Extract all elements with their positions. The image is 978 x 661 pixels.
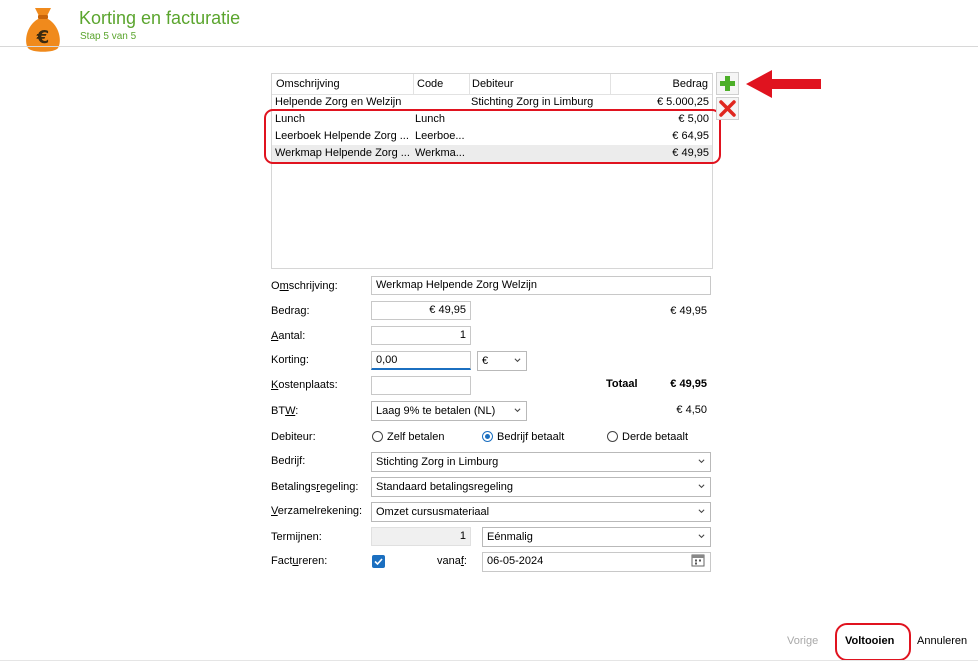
termijnen-label: Termijnen: xyxy=(271,531,322,543)
plus-icon xyxy=(720,76,735,91)
table-header: Omschrijving Code Debiteur Bedrag xyxy=(272,74,712,95)
previous-button[interactable]: Vorige xyxy=(787,635,818,647)
cell-bedrag: € 5.000,25 xyxy=(657,96,709,108)
factureren-label: Factureren: xyxy=(271,555,328,567)
add-row-button[interactable] xyxy=(716,72,739,95)
korting-input[interactable]: 0,00 xyxy=(371,351,471,370)
bedrijf-select-value: Stichting Zorg in Limburg xyxy=(376,456,499,468)
chevron-down-icon xyxy=(698,509,705,514)
korting-label: Korting: xyxy=(271,354,309,366)
column-header-code[interactable]: Code xyxy=(417,78,443,92)
bedrag-display: € 49,95 xyxy=(670,305,707,317)
finish-highlight-annotation xyxy=(835,623,911,661)
close-icon xyxy=(719,100,736,117)
debiteur-label: Debiteur: xyxy=(271,431,316,443)
korting-unit-value: € xyxy=(482,355,489,367)
betalingsregeling-label: Betalingsregeling: xyxy=(271,481,359,493)
column-header-omschrijving[interactable]: Omschrijving xyxy=(276,78,340,92)
radio-derde-betaalt[interactable] xyxy=(607,431,618,442)
highlight-annotation xyxy=(264,109,721,164)
betalingsregeling-select[interactable]: Standaard betalingsregeling xyxy=(371,477,711,497)
cell-debiteur: Stichting Zorg in Limburg xyxy=(471,96,594,108)
chevron-down-icon xyxy=(514,358,521,363)
frequentie-select[interactable]: Eénmalig xyxy=(482,527,711,547)
cell-omschrijving: Helpende Zorg en Welzijn xyxy=(275,96,402,108)
totaal-label: Totaal xyxy=(606,378,638,390)
factureren-checkbox[interactable] xyxy=(372,555,385,568)
radio-derde-betaalt-label[interactable]: Derde betaalt xyxy=(622,431,688,443)
verzamelrekening-label: Verzamelrekening: xyxy=(271,505,363,517)
totaal-value: € 49,95 xyxy=(670,378,707,390)
radio-bedrijf-betaalt-label[interactable]: Bedrijf betaalt xyxy=(497,431,564,443)
termijnen-input: 1 xyxy=(371,527,471,546)
radio-zelf-betalen[interactable] xyxy=(372,431,383,442)
kostenplaats-label: Kostenplaats: xyxy=(271,379,338,391)
svg-text:€: € xyxy=(36,27,50,48)
vanaf-label: vanaf: xyxy=(437,555,467,567)
verzamelrekening-select-value: Omzet cursusmateriaal xyxy=(376,506,490,518)
items-table[interactable]: Omschrijving Code Debiteur Bedrag Helpen… xyxy=(271,73,713,269)
chevron-down-icon xyxy=(698,484,705,489)
bedrijf-label: Bedrijf: xyxy=(271,455,306,467)
column-divider xyxy=(413,74,414,94)
aantal-label: Aantal: xyxy=(271,330,306,342)
column-header-debiteur[interactable]: Debiteur xyxy=(472,78,514,92)
checkmark-icon xyxy=(374,558,383,566)
vanaf-date-input[interactable]: 06-05-2024 xyxy=(482,552,711,572)
btw-label: BTW: xyxy=(271,405,299,417)
arrow-annotation xyxy=(746,70,822,98)
btw-select-value: Laag 9% te betalen (NL) xyxy=(376,405,496,417)
chevron-down-icon xyxy=(514,408,521,413)
btw-select[interactable]: Laag 9% te betalen (NL) xyxy=(371,401,527,421)
verzamelrekening-select[interactable]: Omzet cursusmateriaal xyxy=(371,502,711,522)
bedrag-input[interactable]: € 49,95 xyxy=(371,301,471,320)
betalingsregeling-select-value: Standaard betalingsregeling xyxy=(376,481,513,493)
cancel-button[interactable]: Annuleren xyxy=(917,635,967,647)
bedrag-label: Bedrag: xyxy=(271,305,310,317)
delete-row-button[interactable] xyxy=(716,97,739,120)
aantal-input[interactable]: 1 xyxy=(371,326,471,345)
vanaf-date-value: 06-05-2024 xyxy=(487,555,544,567)
step-indicator: Stap 5 van 5 xyxy=(80,31,137,42)
page-title: Korting en facturatie xyxy=(79,8,241,28)
chevron-down-icon xyxy=(698,534,705,539)
chevron-down-icon xyxy=(698,459,705,464)
korting-unit-select[interactable]: € xyxy=(477,351,527,371)
column-divider xyxy=(610,74,611,94)
frequentie-select-value: Eénmalig xyxy=(487,531,533,543)
column-header-bedrag[interactable]: Bedrag xyxy=(612,78,708,92)
radio-zelf-betalen-label[interactable]: Zelf betalen xyxy=(387,431,444,443)
column-divider xyxy=(469,74,470,94)
calendar-icon[interactable] xyxy=(691,553,705,567)
btw-amount: € 4,50 xyxy=(676,404,707,416)
header-divider xyxy=(0,46,978,47)
omschrijving-input[interactable]: Werkmap Helpende Zorg Welzijn xyxy=(371,276,711,295)
bedrijf-select[interactable]: Stichting Zorg in Limburg xyxy=(371,452,711,472)
omschrijving-label: Omschrijving: xyxy=(271,280,338,292)
radio-bedrijf-betaalt[interactable] xyxy=(482,431,493,442)
kostenplaats-input[interactable] xyxy=(371,376,471,395)
